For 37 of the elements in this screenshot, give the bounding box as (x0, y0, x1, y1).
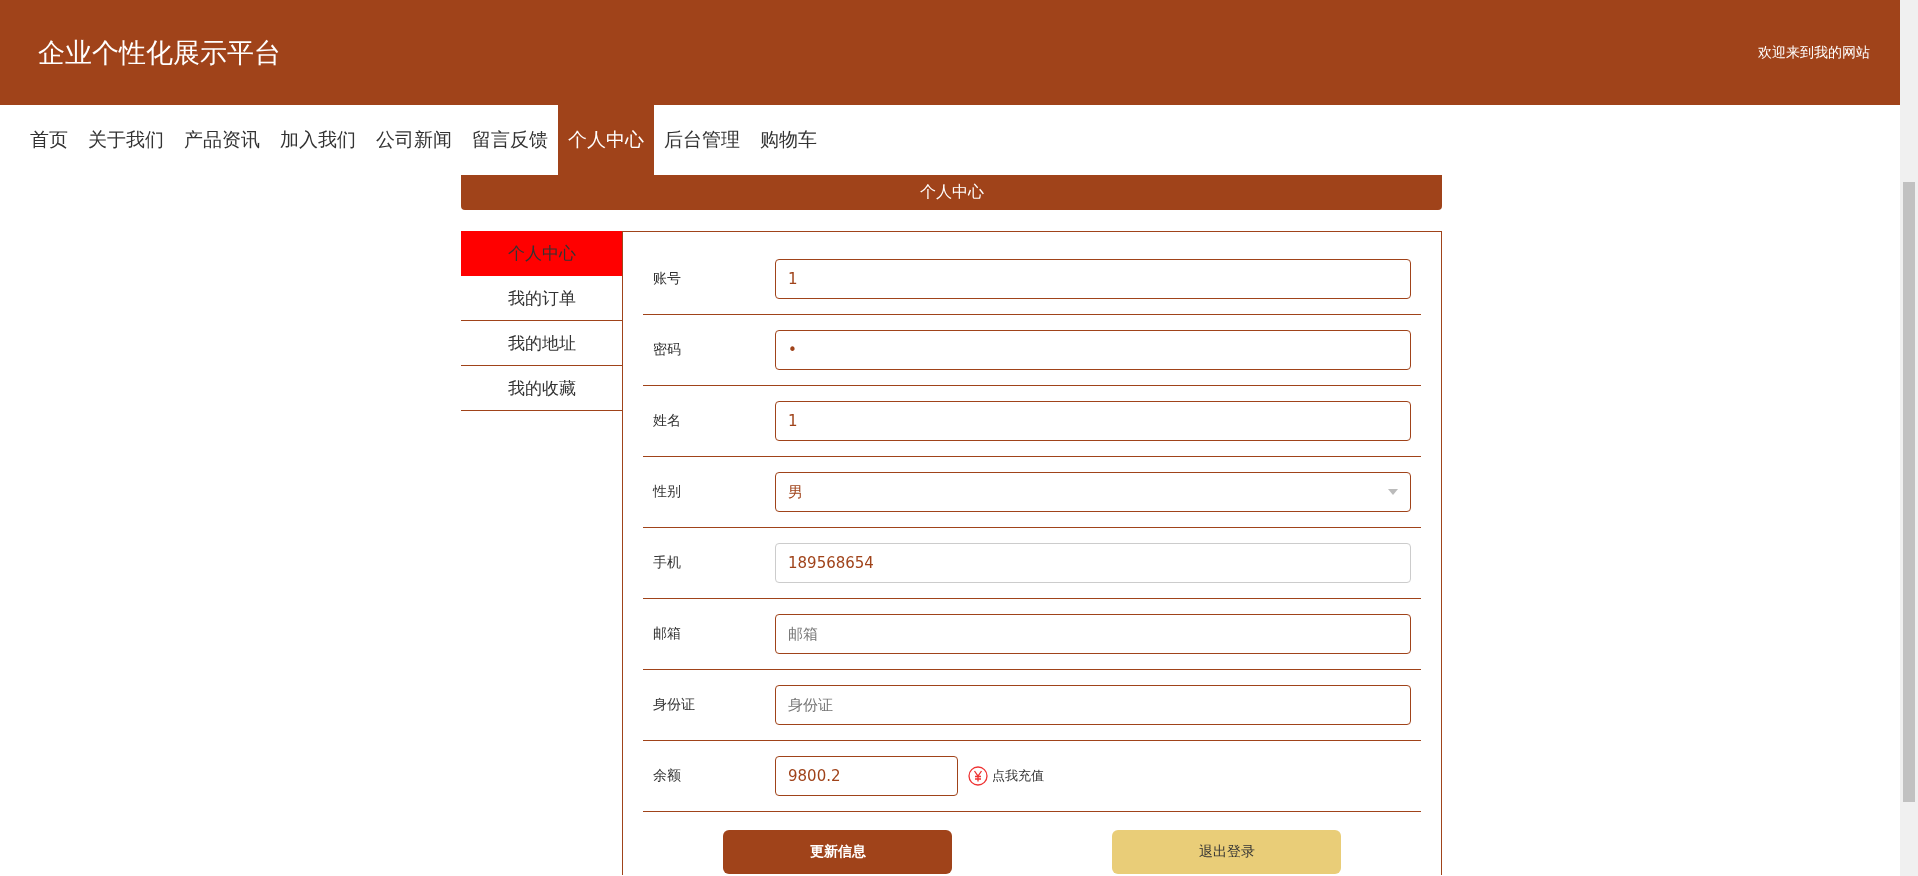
field-label: 身份证 (653, 696, 696, 714)
recharge-text: 点我充值 (992, 767, 1044, 785)
field-label: 邮箱 (653, 625, 682, 643)
select-field[interactable]: 男 (775, 472, 1411, 512)
field-label: 余额 (653, 767, 682, 785)
input-field[interactable]: 189568654 (775, 543, 1411, 583)
nav-tab[interactable]: 个人中心 (558, 105, 654, 175)
field-label: 手机 (653, 554, 682, 572)
nav-tab[interactable]: 加入我们 (270, 105, 366, 175)
site-title: 企业个性化展示平台 (38, 35, 281, 70)
nav-tab[interactable]: 首页 (20, 105, 78, 175)
nav-tab[interactable]: 后台管理 (654, 105, 750, 175)
scrollbar-thumb[interactable] (1903, 182, 1915, 802)
yen-icon (968, 766, 988, 786)
input-field[interactable]: 9800.2 (775, 756, 958, 796)
nav-tab[interactable]: 购物车 (750, 105, 827, 175)
input-field[interactable]: • (775, 330, 1411, 370)
field-label: 密码 (653, 341, 682, 359)
logout-button[interactable]: 退出登录 (1112, 830, 1341, 874)
field-label: 账号 (653, 270, 682, 288)
page-title-bar: 个人中心 (461, 175, 1442, 210)
input-field[interactable]: 1 (775, 259, 1411, 299)
recharge-link[interactable]: 点我充值 (968, 766, 1044, 786)
input-field[interactable]: 身份证 (775, 685, 1411, 725)
select-value: 男 (788, 482, 803, 502)
scrollbar[interactable] (1900, 0, 1918, 876)
caret-icon (1388, 489, 1398, 495)
field-label: 性别 (653, 483, 682, 501)
update-button[interactable]: 更新信息 (723, 830, 952, 874)
welcome-text: 欢迎来到我的网站 (1758, 43, 1870, 62)
nav-tab[interactable]: 产品资讯 (174, 105, 270, 175)
input-field[interactable]: 1 (775, 401, 1411, 441)
nav-tab[interactable]: 关于我们 (78, 105, 174, 175)
input-field[interactable]: 邮箱 (775, 614, 1411, 654)
field-label: 姓名 (653, 412, 682, 430)
nav-tab[interactable]: 留言反馈 (462, 105, 558, 175)
nav-tab[interactable]: 公司新闻 (366, 105, 462, 175)
